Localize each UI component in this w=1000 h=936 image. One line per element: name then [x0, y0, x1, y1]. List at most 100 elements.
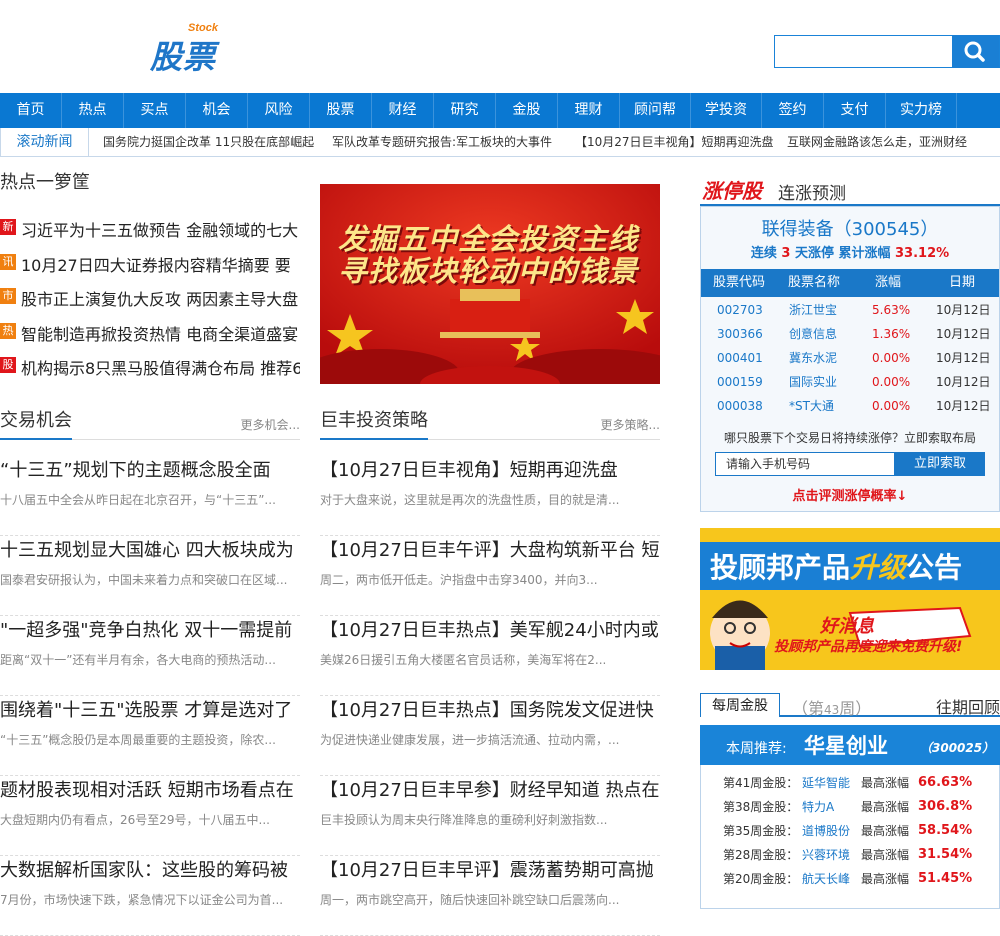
hot-text: 股市正上演复仇大反攻 两因素主导大盘 [21, 290, 299, 307]
weekly-gain: 58.54% [918, 823, 973, 838]
weekly-gain-label: 最高涨幅 [861, 800, 910, 814]
article-item[interactable]: 【10月27日巨丰热点】国务院发文促进快 为促进快递业健康发展，进一步搞活流通、拉… [320, 696, 660, 776]
nav-item[interactable]: 支付 [824, 93, 886, 128]
weekly-row: 第41周金股： 延华智能 最高涨幅 66.63% [701, 771, 999, 795]
stock-code[interactable]: 300366 [717, 322, 763, 346]
hot-item[interactable]: 讯 10月27日四大证券报内容精华摘要 要 [0, 253, 300, 273]
main-nav: 首页 热点 买点 机会 风险 股票 财经 研究 金股 理财 顾问帮 学投资 签约 支付 实力榜 [0, 93, 1000, 128]
article-headline: “十三五”规划下的主题概念股全面 [0, 460, 271, 481]
hot-item[interactable]: 新习近平为十三五做预告 金融领域的七大 [0, 218, 300, 238]
article-headline: 【10月27日巨丰午评】大盘构筑新平台 短 [320, 540, 660, 561]
hot-item[interactable]: 股机构揭示8只黑马股值得满仓布局 推荐6 [0, 356, 300, 376]
stock-name[interactable]: 浙江世宝 [789, 298, 837, 322]
hot-title: 热点一箩筐 [0, 172, 90, 193]
nav-item[interactable]: 签约 [762, 93, 824, 128]
article-item[interactable]: 【10月27日巨丰早评】震荡蓄势期可高抛 周一，两市跳空高开，随后快速回补跳空缺口… [320, 856, 660, 936]
weekly-number: （第43周） [792, 699, 872, 718]
request-button[interactable]: 立即索取 [895, 452, 985, 476]
article-item[interactable]: 【10月27日巨丰早参】财经早知道 热点在 巨丰投顾认为周末央行降准降息的重磅利好… [320, 776, 660, 856]
nav-item[interactable]: 研究 [434, 93, 496, 128]
nav-item[interactable]: 风险 [248, 93, 310, 128]
stock-code[interactable]: 000401 [717, 346, 763, 370]
promo-banner[interactable]: 发掘五中全会投资主线 寻找板块轮动中的钱景 [320, 184, 660, 384]
article-headline: 【10月27日巨丰热点】国务院发文促进快 [320, 700, 654, 721]
limit-up-row[interactable]: 300366 创意信息 1.36% 10月12日 [701, 322, 999, 346]
search-box [774, 35, 1000, 68]
weekly-stock[interactable]: 兴蓉环境 [802, 843, 850, 867]
limit-up-title: 连涨预测 [778, 184, 846, 204]
ticker-item[interactable]: 国务院力挺国企改革 11只股在底部崛起 [103, 128, 314, 156]
weekly-gain: 51.45% [918, 871, 973, 886]
opportunities-more-link[interactable]: 更多机会... [241, 416, 300, 433]
nav-item[interactable]: 机会 [186, 93, 248, 128]
weekly-recommendation[interactable]: 本周推荐: 华星创业 （300025） [700, 725, 1000, 765]
article-item[interactable]: 【10月27日巨丰午评】大盘构筑新平台 短周二，两市低开低走。沪指盘中击穿340… [320, 536, 660, 616]
hot-text: 10月27日四大证券报内容精华摘要 要 [21, 255, 291, 273]
nav-item[interactable]: 买点 [124, 93, 186, 128]
search-input[interactable] [775, 36, 953, 67]
article-item[interactable]: "一超多强"竞争白热化 双十一需提前 距离“双十一”还有半月有余，各大电商的预热活… [0, 616, 300, 696]
article-item[interactable]: 大数据解析国家队：这些股的筹码被 7月份，市场快速下跌，紧急情况下以证金公司为首.… [0, 856, 300, 936]
logo-chinese: 股票 [150, 38, 217, 76]
evaluate-link[interactable]: 点击评测涨停概率↓ [701, 485, 999, 504]
article-summary: 7月份，市场快速下跌，紧急情况下以证金公司为首... [0, 893, 284, 907]
stock-name[interactable]: 创意信息 [789, 322, 837, 346]
nav-item[interactable]: 金股 [496, 93, 558, 128]
limit-up-row[interactable]: 000401 冀东水泥 0.00% 10月12日 [701, 346, 999, 370]
past-review-link[interactable]: 往期回顾 [936, 694, 1000, 718]
phone-input[interactable]: 请输入手机号码 [715, 452, 895, 476]
article-headline: 【10月27日巨丰视角】短期再迎洗盘 [320, 460, 618, 481]
article-item[interactable]: 题材股表现相对活跃 短期市场看点在 大盘短期内仍有看点，26号至29号，十八届五中… [0, 776, 300, 856]
weekly-stock[interactable]: 航天长峰 [802, 867, 850, 891]
limit-up-row[interactable]: 000038 *ST大通 0.00% 10月12日 [701, 394, 999, 418]
limit-up-row[interactable]: 000159 国际实业 0.00% 10月12日 [701, 370, 999, 394]
nav-item[interactable]: 实力榜 [886, 93, 957, 128]
weekly-stock[interactable]: 延华智能 [802, 771, 850, 795]
stock-name[interactable]: *ST大通 [789, 394, 834, 418]
limit-up-row[interactable]: 002703 浙江世宝 5.63% 10月12日 [701, 298, 999, 322]
nav-item[interactable]: 股票 [310, 93, 372, 128]
stock-code[interactable]: 000038 [717, 394, 763, 418]
nav-item[interactable]: 学投资 [691, 93, 762, 128]
weekly-tab[interactable]: 每周金股 [700, 693, 780, 717]
weekly-gain: 31.54% [918, 847, 973, 862]
nav-item[interactable]: 理财 [558, 93, 620, 128]
article-headline: 【10月27日巨丰早参】财经早知道 热点在 [320, 780, 660, 801]
stock-name[interactable]: 国际实业 [789, 370, 837, 394]
stock-name[interactable]: 冀东水泥 [789, 346, 837, 370]
weekly-stock[interactable]: 特力A [802, 795, 834, 819]
weekly-row: 第20周金股： 航天长峰 最高涨幅 51.45% [701, 867, 999, 891]
upgrade-ad[interactable]: 投顾邦产品升级公告 好消息 投顾邦产品再度迎来免费升级! [700, 528, 1000, 670]
article-item[interactable]: 十三五规划显大国雄心 四大板块成为 国泰君安研报认为，中国未来着力点和突破口在区域… [0, 536, 300, 616]
strategy-more-link[interactable]: 更多策略... [601, 416, 660, 433]
article-summary: 距离“双十一”还有半月有余，各大电商的预热活动... [0, 653, 276, 667]
nav-item[interactable]: 首页 [0, 93, 62, 128]
article-item[interactable]: “十三五”规划下的主题概念股全面 十八届五中全会从昨日起在北京召开，与“十三五”.… [0, 456, 300, 536]
ad-title: 投顾邦产品升级公告 [710, 551, 963, 584]
hot-item[interactable]: 市股市正上演复仇大反攻 两因素主导大盘 [0, 287, 300, 307]
weekly-stock[interactable]: 道博股份 [802, 819, 850, 843]
stock-change: 5.63% [872, 303, 911, 317]
nav-item[interactable]: 财经 [372, 93, 434, 128]
stock-code[interactable]: 002703 [717, 298, 763, 322]
article-item[interactable]: 围绕着"十三五"选股票 才算是选对了 “十三五”概念股仍是本周最重要的主题投资，除… [0, 696, 300, 776]
article-headline: 题材股表现相对活跃 短期市场看点在 [0, 780, 294, 801]
ticker-item[interactable]: 【10月27日巨丰视角】短期再迎洗盘 [575, 128, 774, 156]
hot-tag: 市 [0, 288, 16, 304]
site-logo[interactable]: Stock 股票 [150, 20, 230, 76]
limit-up-stock[interactable]: 联得装备（300545） [701, 215, 999, 241]
stock-date: 10月12日 [936, 303, 991, 317]
nav-item[interactable]: 热点 [62, 93, 124, 128]
hot-item[interactable]: 热智能制造再掀投资热情 电商全渠道盛宴 [0, 322, 300, 342]
ticker-item[interactable]: 互联网金融路该怎么走，亚洲财经 [787, 128, 967, 156]
search-icon [964, 41, 985, 62]
stock-change: 1.36% [872, 327, 911, 341]
article-item[interactable]: 【10月27日巨丰视角】短期再迎洗盘 对于大盘来说，这里就是再次的洗盘性质，目的就… [320, 456, 660, 536]
stock-code[interactable]: 000159 [717, 370, 763, 394]
weekly-week: 第41周金股： [723, 776, 799, 790]
search-button[interactable] [952, 35, 999, 68]
weekly-row: 第28周金股： 兴蓉环境 最高涨幅 31.54% [701, 843, 999, 867]
article-item[interactable]: 【10月27日巨丰热点】美军舰24小时内或 美媒26日援引五角大楼匿名官员话称，美… [320, 616, 660, 696]
ticker-item[interactable]: 军队改革专题研究报告:军工板块的大事件 [332, 128, 552, 156]
nav-item[interactable]: 顾问帮 [620, 93, 691, 128]
